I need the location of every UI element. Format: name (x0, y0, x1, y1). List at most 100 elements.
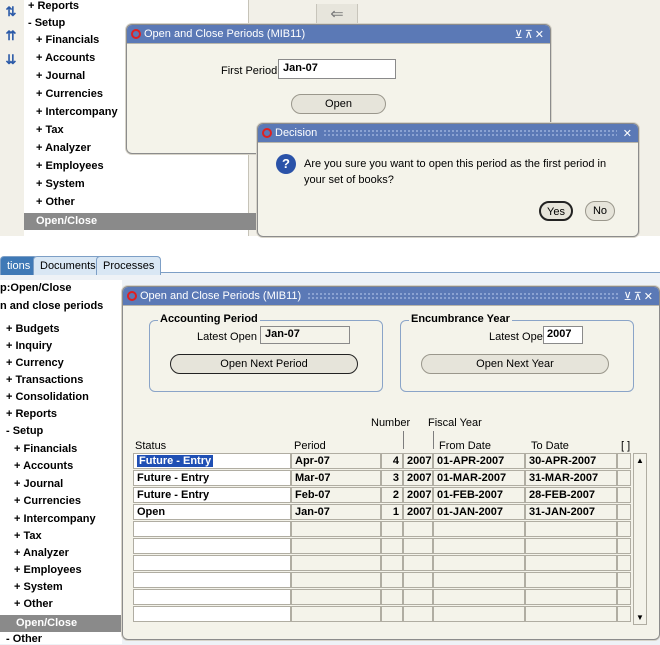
yes-button[interactable]: Yes (539, 201, 573, 221)
nav-item-currency[interactable]: + Currency (6, 357, 64, 369)
nav-item-open-close-selected[interactable]: Open/Close (24, 213, 260, 230)
table-cell-period[interactable] (291, 606, 381, 622)
table-cell-to[interactable]: 30-APR-2007 (525, 453, 617, 469)
table-cell-from[interactable] (433, 589, 525, 605)
scroll-up-icon[interactable]: ▲ (636, 456, 644, 465)
table-cell-status[interactable] (133, 538, 291, 554)
nav-item-inquiry[interactable]: + Inquiry (6, 340, 52, 352)
scroll-down-icon[interactable]: ▼ (636, 613, 644, 622)
table-cell-to[interactable] (525, 589, 617, 605)
table-cell-number[interactable] (381, 589, 403, 605)
table-cell-from[interactable]: 01-APR-2007 (433, 453, 525, 469)
table-cell-from[interactable] (433, 606, 525, 622)
table-cell-to[interactable] (525, 606, 617, 622)
nav-item-tax[interactable]: + Tax (36, 124, 64, 136)
expand-all-icon[interactable]: ⇈ (3, 28, 19, 44)
table-cell-dff[interactable] (617, 504, 631, 520)
nav-item-other[interactable]: + Other (36, 196, 75, 208)
accounting-latest-open-field[interactable]: Jan-07 (260, 326, 350, 344)
table-cell-year[interactable] (403, 606, 433, 622)
table-cell-number[interactable]: 1 (381, 504, 403, 520)
table-cell-status[interactable]: Future - Entry (133, 487, 291, 503)
nav-item-employees[interactable]: + Employees (14, 564, 82, 576)
table-cell-year[interactable]: 2007 (403, 487, 433, 503)
encumbrance-latest-open-field[interactable]: 2007 (543, 326, 583, 344)
nav-item-other[interactable]: + Other (14, 598, 53, 610)
table-cell-dff[interactable] (617, 453, 631, 469)
nav-item-tax[interactable]: + Tax (14, 530, 42, 542)
table-cell-year[interactable] (403, 589, 433, 605)
table-cell-number[interactable] (381, 555, 403, 571)
table-cell-period[interactable] (291, 572, 381, 588)
table-cell-status[interactable]: Future - Entry (133, 453, 291, 469)
window-controls-icon[interactable]: ⊻⊼✕ (624, 290, 655, 303)
table-cell-year[interactable]: 2007 (403, 470, 433, 486)
table-cell-number[interactable]: 2 (381, 487, 403, 503)
close-icon[interactable]: ✕ (623, 127, 634, 140)
table-cell-status[interactable] (133, 521, 291, 537)
nav-item-consolidation[interactable]: + Consolidation (6, 391, 89, 403)
nav-item-journal[interactable]: + Journal (14, 478, 63, 490)
nav-item-journal[interactable]: + Journal (36, 70, 85, 82)
table-cell-number[interactable] (381, 572, 403, 588)
table-cell-to[interactable] (525, 555, 617, 571)
table-cell-dff[interactable] (617, 487, 631, 503)
table-cell-year[interactable] (403, 572, 433, 588)
table-cell-to[interactable]: 31-JAN-2007 (525, 504, 617, 520)
open-next-period-button[interactable]: Open Next Period (170, 354, 358, 374)
table-cell-number[interactable] (381, 521, 403, 537)
nav-item-system[interactable]: + System (36, 178, 85, 190)
table-cell-period[interactable]: Mar-07 (291, 470, 381, 486)
nav-item-reports[interactable]: + Reports (28, 0, 79, 12)
table-cell-status[interactable] (133, 606, 291, 622)
nav-item-setup[interactable]: - Setup (6, 425, 43, 437)
table-cell-status[interactable] (133, 589, 291, 605)
nav-item-financials[interactable]: + Financials (36, 34, 99, 46)
table-cell-from[interactable] (433, 521, 525, 537)
table-cell-status[interactable] (133, 572, 291, 588)
nav-item-setup[interactable]: - Setup (28, 17, 65, 29)
table-cell-dff[interactable] (617, 538, 631, 554)
tab-processes[interactable]: Processes (96, 256, 162, 275)
table-cell-year[interactable]: 2007 (403, 504, 433, 520)
nav-item-currencies[interactable]: + Currencies (14, 495, 81, 507)
table-cell-period[interactable] (291, 538, 381, 554)
nav-item-open-close-selected[interactable]: Open/Close (0, 615, 122, 632)
table-cell-to[interactable]: 31-MAR-2007 (525, 470, 617, 486)
nav-item-employees[interactable]: + Employees (36, 160, 104, 172)
table-cell-dff[interactable] (617, 470, 631, 486)
table-cell-period[interactable]: Feb-07 (291, 487, 381, 503)
nav-item-transactions[interactable]: + Transactions (6, 374, 83, 386)
table-cell-to[interactable]: 28-FEB-2007 (525, 487, 617, 503)
no-button[interactable]: No (585, 201, 615, 221)
descriptive-flexfield-header[interactable]: [ ] (621, 440, 630, 452)
table-cell-period[interactable] (291, 589, 381, 605)
window-controls-icon[interactable]: ⊻⊼✕ (515, 28, 546, 41)
table-cell-to[interactable] (525, 538, 617, 554)
nav-item-budgets[interactable]: + Budgets (6, 323, 59, 335)
table-scrollbar[interactable]: ▲ ▼ (633, 453, 647, 625)
table-cell-period[interactable]: Apr-07 (291, 453, 381, 469)
table-cell-to[interactable] (525, 521, 617, 537)
nav-item-system[interactable]: + System (14, 581, 63, 593)
nav-item-analyzer[interactable]: + Analyzer (36, 142, 91, 154)
table-cell-number[interactable] (381, 538, 403, 554)
tab-documents[interactable]: Documents (33, 256, 103, 275)
table-cell-year[interactable] (403, 521, 433, 537)
nav-item-accounts[interactable]: + Accounts (14, 460, 73, 472)
table-cell-number[interactable]: 4 (381, 453, 403, 469)
table-cell-status[interactable] (133, 555, 291, 571)
table-cell-period[interactable] (291, 521, 381, 537)
table-cell-from[interactable] (433, 538, 525, 554)
table-cell-from[interactable]: 01-FEB-2007 (433, 487, 525, 503)
collapse-all-icon[interactable]: ⇊ (3, 52, 19, 68)
table-cell-from[interactable]: 01-JAN-2007 (433, 504, 525, 520)
table-cell-dff[interactable] (617, 521, 631, 537)
nav-item-financials[interactable]: + Financials (14, 443, 77, 455)
nav-item-analyzer[interactable]: + Analyzer (14, 547, 69, 559)
table-cell-year[interactable] (403, 555, 433, 571)
table-cell-status[interactable]: Future - Entry (133, 470, 291, 486)
table-cell-dff[interactable] (617, 589, 631, 605)
table-cell-dff[interactable] (617, 555, 631, 571)
table-cell-dff[interactable] (617, 606, 631, 622)
